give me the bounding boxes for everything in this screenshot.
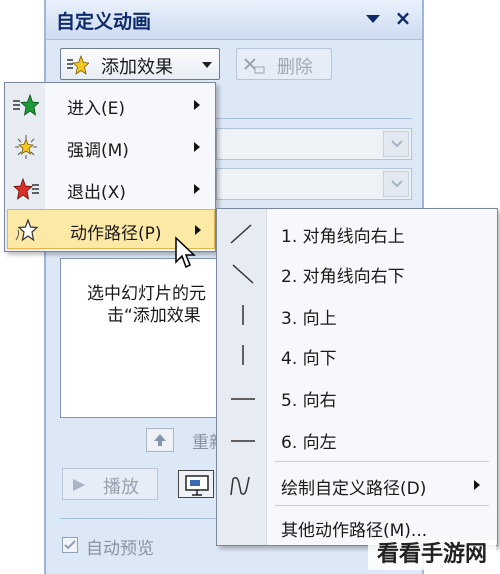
menu-item-exit[interactable]: 退出(X): [5, 169, 215, 209]
menu-item-label: 6. 向左: [281, 433, 337, 453]
menu-item-label: 3. 向上: [281, 309, 337, 329]
line-left-icon: [231, 440, 255, 442]
delete-effect-button[interactable]: 删除: [236, 48, 332, 80]
play-icon: [73, 479, 85, 491]
close-icon[interactable]: ×: [392, 6, 414, 30]
menu-item-label: 动作路径(P): [70, 224, 162, 244]
reorder-up-button[interactable]: [146, 428, 174, 452]
motion-path-star-icon: [15, 218, 39, 242]
menu-separator: [275, 461, 489, 462]
add-effect-star-icon: [67, 54, 89, 75]
submenu-arrow-icon: [194, 142, 200, 152]
autopreview-checkbox[interactable]: [62, 537, 78, 553]
pane-title-bar: 自定义动画 ×: [46, 0, 422, 40]
exit-star-icon: [13, 177, 39, 200]
menu-item-label: 其他动作路径(M)...: [281, 521, 428, 541]
emphasis-star-icon: [15, 135, 37, 159]
menu-item-label: 4. 向下: [281, 349, 337, 369]
menu-item-label: 绘制自定义路径(D): [281, 479, 427, 499]
menu-item-label: 1. 对角线向右上: [281, 227, 405, 247]
chevron-down-icon: [202, 62, 212, 68]
add-effect-label: 添加效果: [101, 57, 173, 78]
animation-list-hint: 选中幻灯片的元 击“添加效果: [87, 283, 227, 327]
motion-path-diagonal-up-right[interactable]: 1. 对角线向右上: [217, 213, 497, 253]
motion-path-up[interactable]: 3. 向上: [217, 295, 497, 335]
chevron-down-icon: [391, 140, 403, 148]
motion-path-submenu: 1. 对角线向右上 2. 对角线向右下 3. 向上 4. 向下 5. 向右 6.…: [216, 208, 498, 546]
play-button[interactable]: 播放: [62, 468, 158, 500]
line-down-icon: [242, 345, 244, 365]
slideshow-button[interactable]: [178, 470, 214, 498]
diagonal-up-right-icon: [230, 224, 252, 244]
start-combo[interactable]: [216, 128, 412, 160]
submenu-arrow-icon: [195, 225, 201, 235]
property-combo[interactable]: [216, 168, 412, 200]
menu-item-label: 5. 向右: [281, 391, 337, 411]
chevron-down-icon: [391, 180, 403, 188]
pane-title: 自定义动画: [56, 11, 152, 33]
entrance-star-icon: [13, 93, 39, 116]
submenu-arrow-icon: [474, 480, 480, 490]
delete-icon: [244, 58, 265, 74]
menu-separator: [275, 505, 489, 506]
menu-item-label: 强调(M): [67, 141, 129, 161]
submenu-arrow-icon: [194, 100, 200, 110]
arrow-up-icon: [154, 434, 166, 446]
watermark: 看看手游网: [368, 540, 496, 570]
menu-item-label: 退出(X): [67, 183, 126, 203]
line-right-icon: [231, 398, 255, 400]
add-effect-button[interactable]: 添加效果: [60, 48, 220, 80]
motion-path-down[interactable]: 4. 向下: [217, 335, 497, 375]
line-up-icon: [242, 305, 244, 325]
animation-list[interactable]: 选中幻灯片的元 击“添加效果: [60, 258, 222, 418]
custom-path-icon: [230, 476, 250, 496]
motion-path-draw-custom[interactable]: 绘制自定义路径(D): [217, 465, 497, 505]
pane-menu-dropdown-icon[interactable]: [364, 12, 382, 26]
menu-item-label: 进入(E): [67, 99, 126, 119]
motion-path-left[interactable]: 6. 向左: [217, 419, 497, 459]
start-combo-button[interactable]: [383, 131, 409, 157]
mouse-pointer-icon: [175, 236, 196, 269]
hint-line-1: 选中幻灯片的元: [87, 284, 206, 304]
motion-path-diagonal-down-right[interactable]: 2. 对角线向右下: [217, 253, 497, 293]
checkmark-icon: [64, 540, 76, 550]
submenu-arrow-icon: [194, 184, 200, 194]
menu-item-emphasis[interactable]: 强调(M): [5, 127, 215, 167]
play-label: 播放: [103, 477, 139, 498]
delete-label: 删除: [277, 57, 313, 78]
diagonal-down-right-icon: [232, 264, 254, 284]
menu-item-label: 2. 对角线向右下: [281, 267, 405, 287]
hint-line-2: 击“添加效果: [107, 306, 201, 326]
add-effect-menu: 进入(E) 强调(M) 退出(X) 动作路径(P): [4, 82, 216, 252]
slideshow-icon: [185, 475, 209, 496]
menu-item-entrance[interactable]: 进入(E): [5, 85, 215, 125]
motion-path-right[interactable]: 5. 向右: [217, 377, 497, 417]
property-combo-button[interactable]: [383, 171, 409, 197]
autopreview-label: 自动预览: [86, 539, 154, 559]
